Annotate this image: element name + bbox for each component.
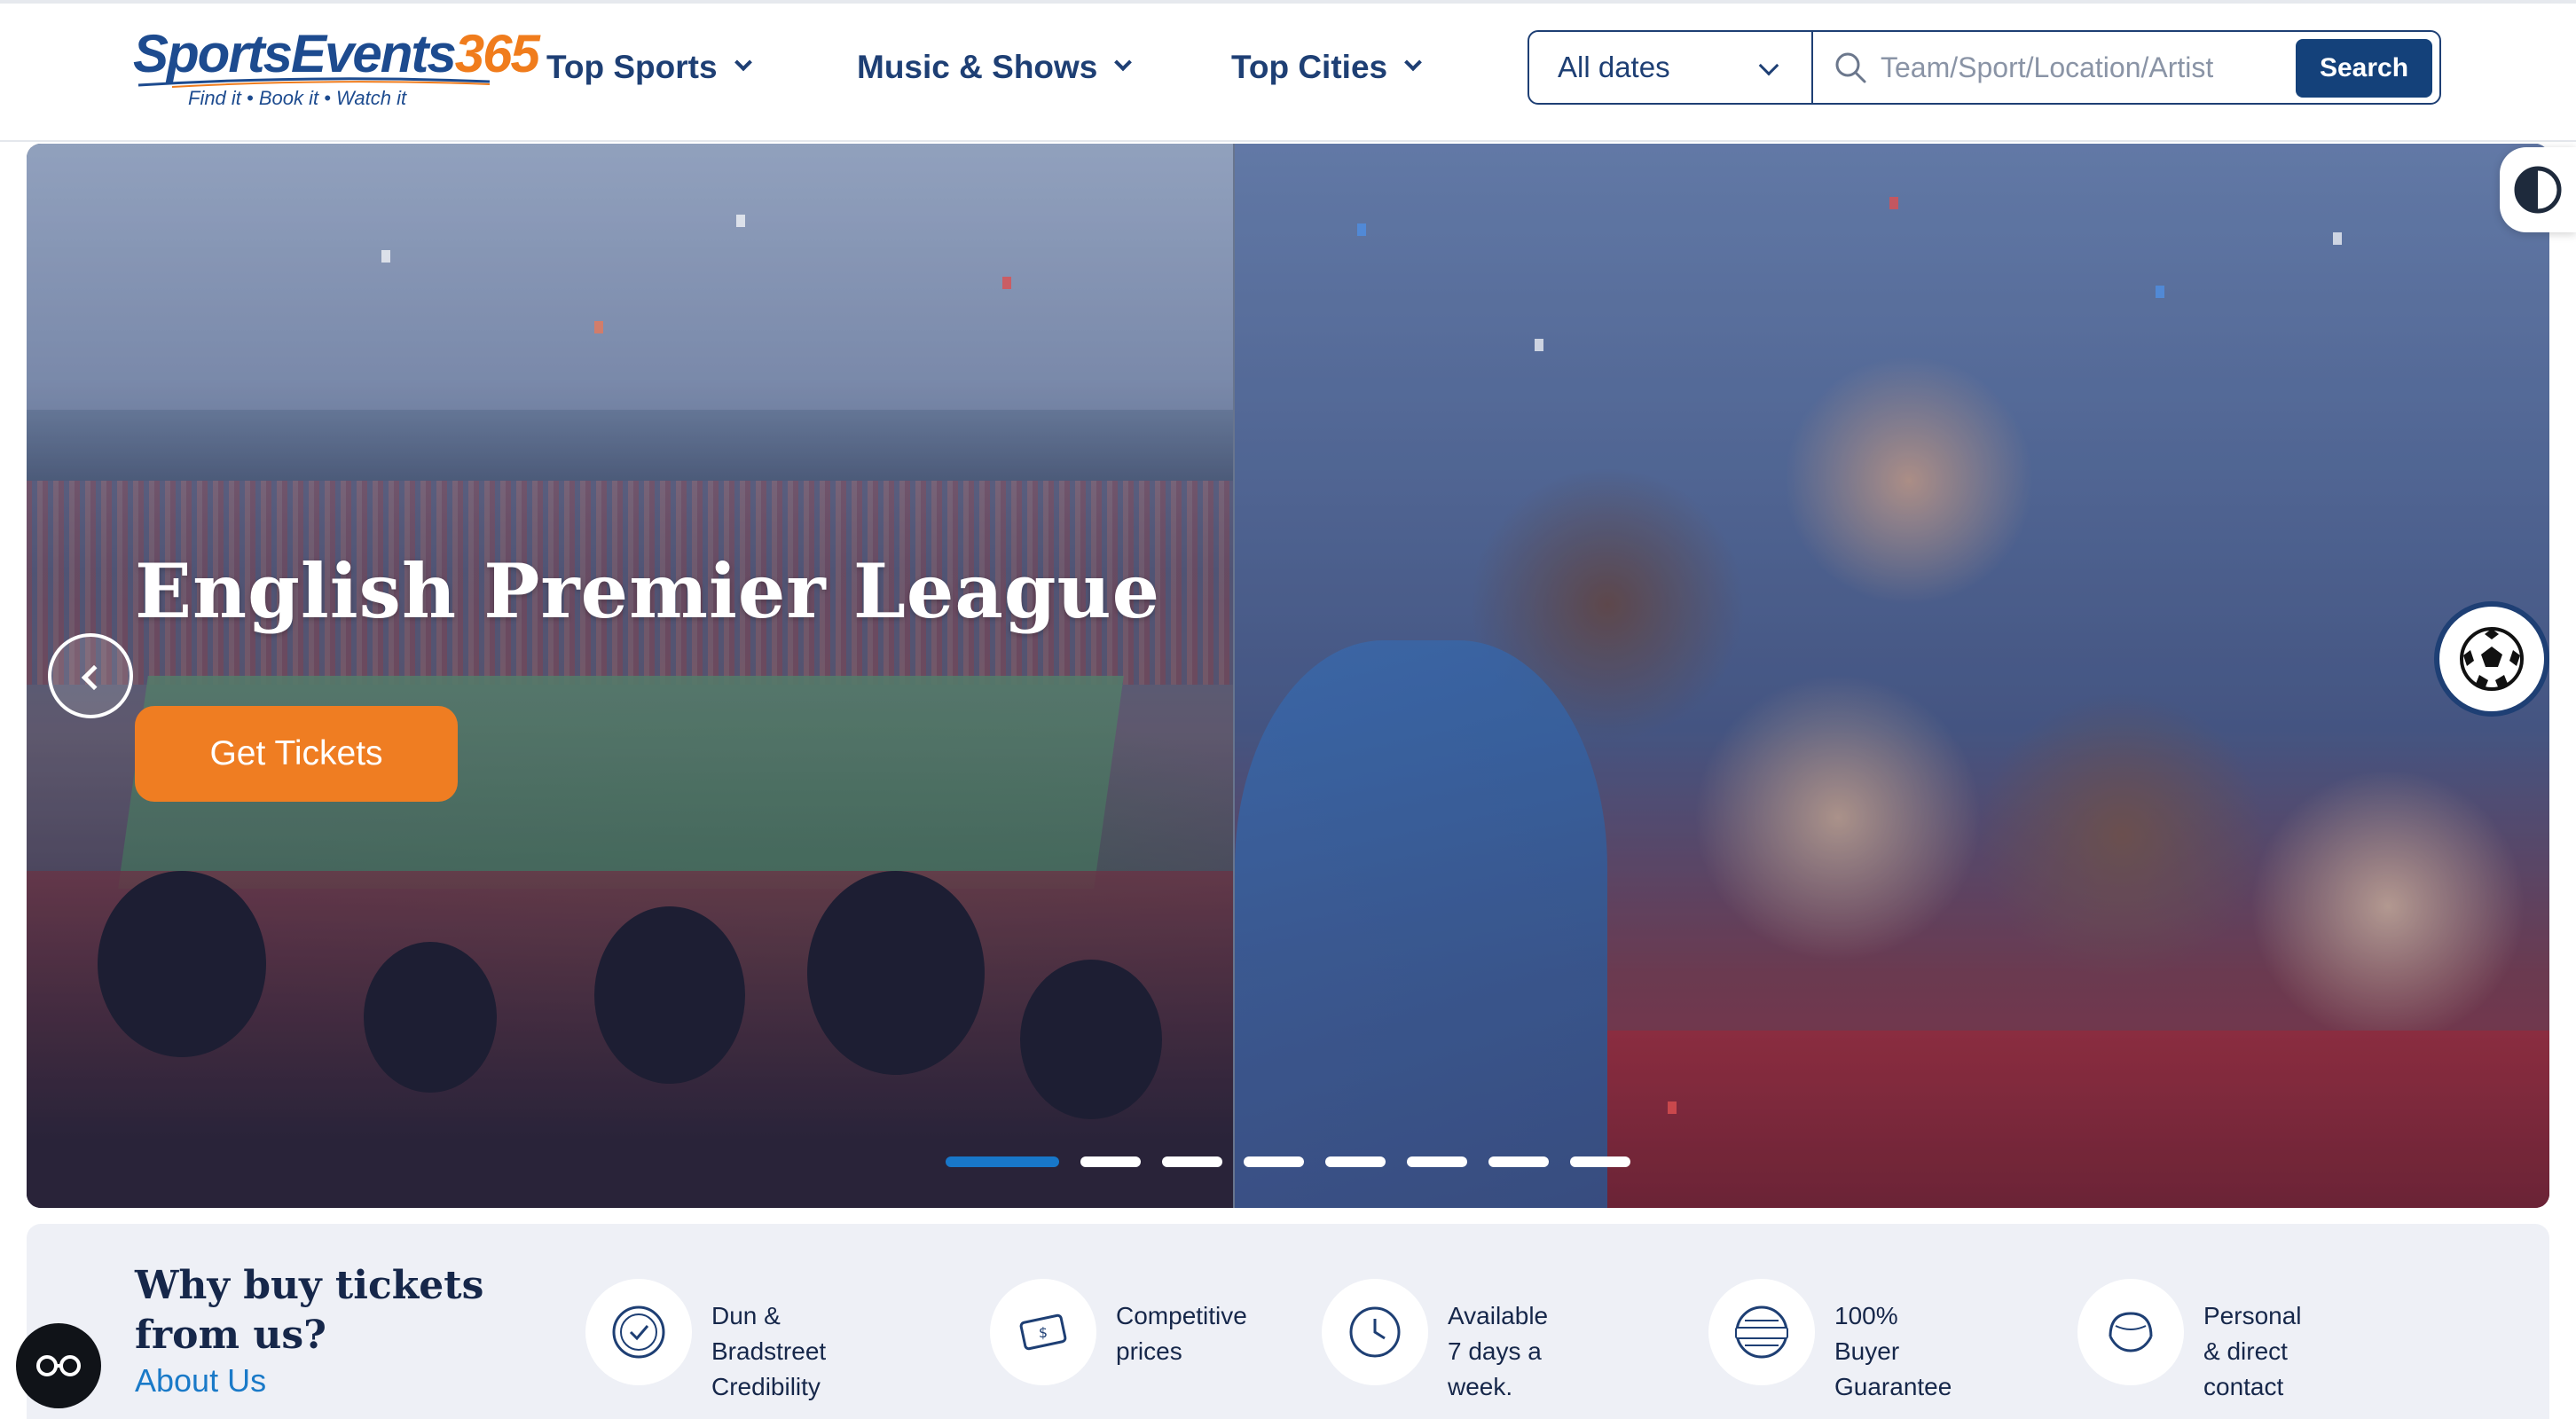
feature-line: Personal & direct [2203, 1302, 2302, 1365]
carousel-dot[interactable] [1570, 1156, 1630, 1167]
hero-carousel: English Premier League Get Tickets [27, 144, 2549, 1208]
ticket-price-icon: $ [1019, 1313, 1067, 1351]
why-buy-title: Why buy tickets from us? [135, 1263, 484, 1358]
guarantee-seal-icon [1735, 1305, 1788, 1359]
chevron-down-icon [1114, 53, 1133, 72]
search-input[interactable] [1881, 41, 2306, 94]
feature-line: 100% Buyer [1834, 1302, 1900, 1365]
about-us-link[interactable]: About Us [135, 1362, 266, 1399]
hero-title: English Premier League [135, 547, 1161, 635]
feature-line: Available 7 days a [1448, 1302, 1549, 1365]
nav-label: Top Cities [1231, 49, 1388, 85]
nav-music-shows[interactable]: Music & Shows [857, 43, 1133, 92]
chevron-down-icon [1758, 55, 1779, 76]
why-buy-section: Why buy tickets from us? About Us Dun & … [27, 1224, 2549, 1419]
logo-tagline: Find it • Book it • Watch it [188, 87, 407, 109]
logo-wordmark: SportsEvents365 [133, 24, 540, 83]
chevron-down-icon [1404, 53, 1422, 72]
feature-line: contact [2203, 1373, 2284, 1400]
contact-icon [2109, 1312, 2153, 1352]
carousel-prev-button[interactable] [48, 633, 133, 718]
clock-icon [1349, 1306, 1401, 1358]
svg-text:$: $ [1039, 1324, 1048, 1341]
feature-line: week. [1448, 1373, 1513, 1400]
contrast-toggle-button[interactable] [2500, 147, 2576, 232]
search-icon [1835, 52, 1866, 83]
badge-check-icon [612, 1305, 665, 1359]
site-logo[interactable]: SportsEvents365 Find it • Book it • Watc… [133, 23, 540, 112]
carousel-dot[interactable] [1407, 1156, 1467, 1167]
carousel-dot[interactable] [1325, 1156, 1386, 1167]
site-header: SportsEvents365 Find it • Book it • Watc… [0, 4, 2576, 142]
dates-value: All dates [1558, 51, 1670, 83]
search-button[interactable]: Search [2296, 39, 2432, 98]
carousel-dot[interactable] [1488, 1156, 1549, 1167]
feature-line: prices [1116, 1337, 1182, 1365]
chevron-down-icon [734, 53, 752, 72]
sport-category-button[interactable] [2434, 601, 2549, 717]
carousel-dot[interactable] [1080, 1156, 1141, 1167]
get-tickets-button[interactable]: Get Tickets [135, 706, 458, 802]
nav-top-sports[interactable]: Top Sports [546, 43, 752, 92]
nav-label: Music & Shows [857, 49, 1098, 85]
feature-line: Competitive [1116, 1302, 1247, 1329]
accessibility-widget-button[interactable] [16, 1323, 101, 1408]
feature-line: Credibility [711, 1373, 821, 1400]
nav-top-cities[interactable]: Top Cities [1231, 43, 1422, 92]
feature-line: Guarantee [1834, 1373, 1952, 1400]
carousel-indicators [946, 1156, 1630, 1167]
contrast-icon [2514, 166, 2562, 214]
carousel-dot[interactable] [946, 1156, 1059, 1167]
carousel-dot[interactable] [1244, 1156, 1304, 1167]
chevron-left-icon [81, 664, 107, 691]
feature-line: Dun & Bradstreet [711, 1302, 827, 1365]
carousel-dot[interactable] [1162, 1156, 1222, 1167]
nav-label: Top Sports [546, 49, 718, 85]
dates-dropdown[interactable]: All dates [1529, 32, 1813, 103]
soccer-ball-icon [2460, 627, 2524, 691]
search-bar: All dates Search [1528, 30, 2441, 105]
glasses-icon [36, 1355, 81, 1376]
